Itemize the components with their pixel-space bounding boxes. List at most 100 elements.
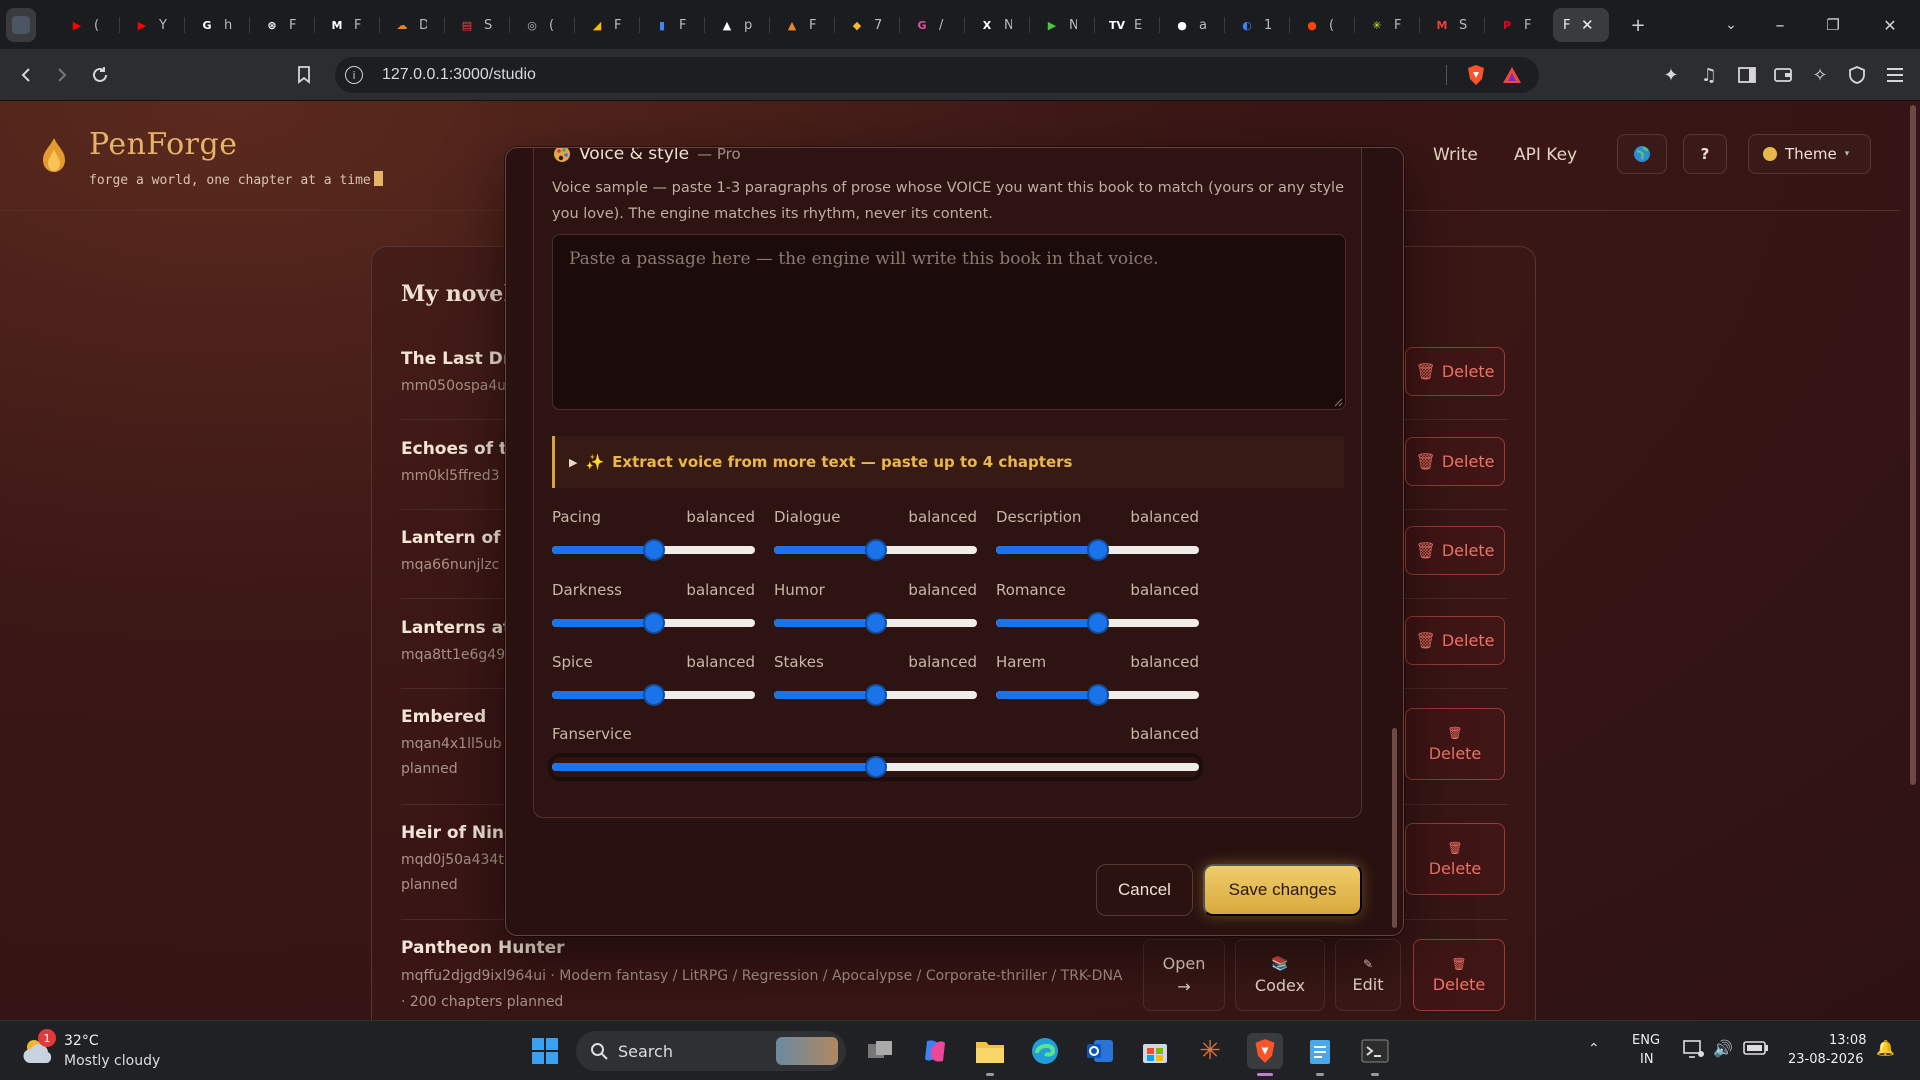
claude-icon[interactable]: ✳ (1192, 1033, 1228, 1069)
reload-icon[interactable] (84, 59, 116, 91)
clock-time[interactable]: 13:08 (1829, 1033, 1866, 1048)
extract-voice-toggle[interactable]: ▶ ✨ Extract voice from more text — paste… (552, 436, 1344, 488)
brand-name[interactable]: PenForge (89, 127, 237, 162)
brave-rewards-icon[interactable] (1501, 64, 1523, 86)
browser-tab[interactable]: ▶( (58, 8, 117, 42)
restore-icon[interactable]: ❐ (1818, 10, 1848, 40)
windows-start-icon[interactable] (527, 1033, 563, 1069)
novel-title[interactable]: Heir of Nine (401, 823, 516, 843)
fanservice-slider[interactable] (548, 753, 1203, 781)
harem-slider[interactable] (996, 685, 1199, 705)
browser-tab[interactable]: ☁ D (383, 8, 442, 42)
forward-icon[interactable] (46, 59, 78, 91)
slider-thumb[interactable] (1088, 686, 1107, 704)
browser-tab[interactable]: Gh (188, 8, 247, 42)
browser-tab[interactable]: ◢ F (578, 8, 637, 42)
sidebar-icon[interactable] (1731, 59, 1763, 91)
leo-ai-icon[interactable]: ✧ (1804, 59, 1836, 91)
codex-button[interactable]: 📚 Codex (1235, 939, 1325, 1011)
bookmark-icon[interactable] (288, 59, 320, 91)
slider-thumb[interactable] (866, 758, 885, 776)
brave-shields-icon[interactable] (1465, 63, 1487, 87)
slider-thumb[interactable] (1088, 541, 1107, 559)
copilot-icon[interactable] (917, 1033, 953, 1069)
spice-slider[interactable] (552, 685, 755, 705)
slider-thumb[interactable] (1088, 614, 1107, 632)
delete-button[interactable]: 🗑 Delete (1405, 437, 1505, 486)
browser-tab[interactable]: ◎( (513, 8, 572, 42)
close-tab-icon[interactable]: ✕ (1581, 16, 1594, 34)
notification-bell-icon[interactable]: 🔔 (1876, 1039, 1895, 1057)
wallet-icon[interactable] (1767, 59, 1799, 91)
back-icon[interactable] (10, 59, 42, 91)
outlook-icon[interactable] (1082, 1033, 1118, 1069)
volume-icon[interactable]: 🔊 (1713, 1039, 1733, 1058)
browser-tab[interactable]: G / (903, 8, 962, 42)
novel-title[interactable]: Lantern of t (401, 528, 515, 548)
browser-tab[interactable]: MF (318, 8, 377, 42)
delete-button[interactable]: 🗑 Delete (1405, 616, 1505, 665)
extensions-icon[interactable]: ✦ (1655, 59, 1687, 91)
edge-icon[interactable] (1027, 1033, 1063, 1069)
minimize-icon[interactable]: – (1765, 10, 1795, 40)
delete-button[interactable]: 🗑 Delete (1413, 939, 1505, 1011)
description-slider[interactable] (996, 540, 1199, 560)
menu-icon[interactable] (1879, 59, 1911, 91)
browser-tab[interactable]: ▶ Y (123, 8, 182, 42)
browser-tab[interactable]: ✳ F (1358, 8, 1417, 42)
pacing-slider[interactable] (552, 540, 755, 560)
url-field[interactable]: i 127.0.0.1:3000/studio (335, 57, 1539, 93)
slider-thumb[interactable] (644, 614, 663, 632)
novel-title[interactable]: Lanterns at (401, 618, 511, 638)
browser-tab[interactable]: ▶ N (1033, 8, 1092, 42)
nav-api-key[interactable]: API Key (1514, 145, 1577, 165)
voice-sample-textarea[interactable] (552, 234, 1346, 410)
nav-write[interactable]: Write (1433, 145, 1478, 165)
browser-tab[interactable]: ▮ F (643, 8, 702, 42)
weather-description[interactable]: Mostly cloudy (64, 1053, 160, 1069)
browser-tab[interactable]: ◐ 1 (1228, 8, 1287, 42)
modal-scrollbar[interactable] (1392, 728, 1397, 928)
language-button[interactable] (1617, 134, 1667, 174)
language-bottom[interactable]: IN (1640, 1052, 1654, 1067)
slider-thumb[interactable] (866, 541, 885, 559)
delete-button[interactable]: 🗑 Delete (1405, 526, 1505, 575)
tab-active[interactable]: F ✕ (1553, 8, 1609, 42)
browser-tab[interactable]: ● a (1163, 8, 1222, 42)
site-info-icon[interactable]: i (345, 66, 363, 84)
vpn-icon[interactable] (1841, 59, 1873, 91)
humor-slider[interactable] (774, 613, 977, 633)
dialogue-slider[interactable] (774, 540, 977, 560)
browser-tab[interactable]: PF (1488, 8, 1547, 42)
page-scrollbar[interactable] (1910, 105, 1916, 785)
novel-title[interactable]: Echoes of th (401, 439, 519, 459)
media-icon[interactable]: ♫ (1693, 59, 1725, 91)
romance-slider[interactable] (996, 613, 1199, 633)
chevron-down-icon[interactable]: ⌄ (1716, 10, 1746, 40)
theme-button[interactable]: Theme ▾ (1748, 134, 1871, 174)
file-explorer-icon[interactable] (972, 1033, 1008, 1069)
browser-tab[interactable]: ▲ F (773, 8, 832, 42)
cancel-button[interactable]: Cancel (1096, 864, 1193, 916)
clock-date[interactable]: 23-08-2026 (1788, 1052, 1864, 1067)
browser-tab[interactable]: ◆ 7 (838, 8, 897, 42)
browser-tab[interactable]: ▲ p (708, 8, 767, 42)
browser-tab[interactable]: TV E (1098, 8, 1157, 42)
slider-thumb[interactable] (644, 686, 663, 704)
delete-button[interactable]: 🗑 Delete (1405, 347, 1505, 396)
darkness-slider[interactable] (552, 613, 755, 633)
open-button[interactable]: Open → (1143, 939, 1225, 1011)
notepad-icon[interactable] (1302, 1033, 1338, 1069)
weather-temperature[interactable]: 32°C (64, 1033, 99, 1049)
edit-button[interactable]: ✎ Edit (1335, 939, 1401, 1011)
store-icon[interactable] (1137, 1033, 1173, 1069)
novel-title[interactable]: Embered (401, 707, 486, 727)
delete-button[interactable]: 🗑 Delete (1405, 708, 1505, 780)
browser-tab[interactable]: XN (968, 8, 1027, 42)
task-view-icon[interactable] (862, 1033, 898, 1069)
browser-tab[interactable]: ●( (1293, 8, 1352, 42)
browser-tab[interactable]: MS (1423, 8, 1482, 42)
brave-taskbar-icon[interactable] (1247, 1033, 1283, 1069)
tab-group-button[interactable] (6, 8, 36, 42)
browser-tab[interactable]: ⊛ F (253, 8, 312, 42)
